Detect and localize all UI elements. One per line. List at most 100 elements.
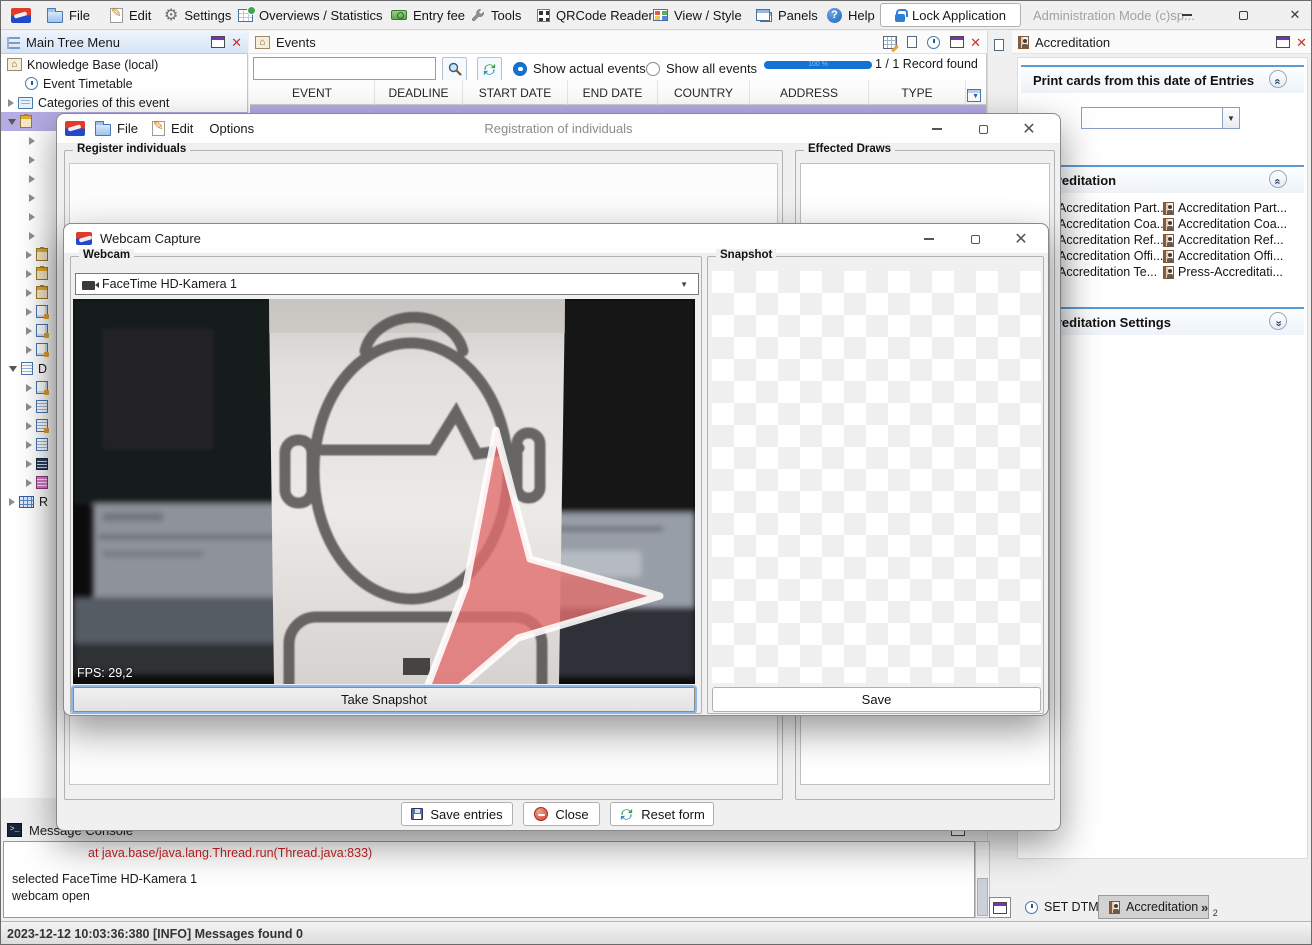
accreditation-panel-header[interactable]: Accreditation ✕ [1012, 31, 1312, 54]
more-tabs-button[interactable]: » 2 [1201, 899, 1218, 917]
column-header[interactable]: EVENT [250, 80, 375, 105]
save-snapshot-button[interactable]: Save [712, 687, 1041, 712]
expand-arrow-icon[interactable] [29, 194, 35, 202]
camera-select[interactable]: FaceTime HD-Kamera 1 ▼ [75, 273, 699, 295]
menu-panels[interactable]: Panels [752, 1, 822, 29]
menu-help[interactable]: ?Help [823, 1, 879, 29]
radio-show-all-events[interactable]: Show all events [646, 61, 757, 76]
expand-arrow-icon[interactable] [26, 346, 32, 354]
dialog-menu-edit[interactable]: ✎Edit [148, 114, 197, 144]
expand-arrow-icon[interactable] [9, 498, 15, 506]
dialog-close-button[interactable]: ✕ [1006, 229, 1036, 249]
accreditation-item[interactable]: Accreditation Coa... [1163, 217, 1306, 231]
close-icon[interactable]: ✕ [970, 36, 981, 49]
collapse-section-button[interactable]: » [1269, 70, 1287, 88]
column-header[interactable]: START DATE [463, 80, 568, 105]
search-button[interactable] [442, 57, 467, 81]
clock-icon[interactable] [927, 36, 940, 49]
expand-arrow-icon[interactable] [26, 270, 32, 278]
window-minimize-button[interactable] [1173, 5, 1201, 25]
dialog-menu-file[interactable]: File [91, 114, 142, 144]
collapse-arrow-icon[interactable] [8, 119, 16, 125]
collapse-section-button[interactable]: » [1269, 170, 1287, 188]
expand-arrow-icon[interactable] [29, 156, 35, 164]
expand-section-button[interactable]: » [1269, 312, 1287, 330]
tab-accreditation[interactable]: Accreditation [1098, 895, 1209, 919]
registration-dialog-titlebar[interactable]: File ✎Edit Options Registration of indiv… [57, 114, 1060, 144]
restore-window-icon[interactable] [211, 36, 225, 48]
console-scrollbar[interactable] [975, 841, 990, 918]
accreditation-item[interactable]: Press-Accreditati... [1163, 265, 1306, 279]
combobox-dropdown-button[interactable]: ▼ [1222, 107, 1240, 129]
expand-arrow-icon[interactable] [26, 460, 32, 468]
menu-settings[interactable]: ⚙Settings [160, 1, 235, 29]
expand-arrow-icon[interactable] [26, 251, 32, 259]
expand-arrow-icon[interactable] [26, 384, 32, 392]
close-icon[interactable]: ✕ [231, 36, 242, 49]
restore-window-icon[interactable] [1276, 36, 1290, 48]
pages-icon[interactable] [994, 39, 1004, 51]
close-button[interactable]: Close [523, 802, 600, 826]
table-settings-icon[interactable]: ▼ [967, 89, 981, 102]
dialog-minimize-button[interactable] [914, 229, 944, 249]
accreditation-item[interactable]: Accreditation Part... [1163, 201, 1306, 215]
expand-arrow-icon[interactable] [26, 289, 32, 297]
events-panel-header[interactable]: ⌂ Events ✕ [249, 31, 987, 54]
expand-arrow-icon[interactable] [26, 479, 32, 487]
column-header[interactable]: DEADLINE [375, 80, 463, 105]
scrollbar-thumb[interactable] [977, 878, 988, 916]
dialog-minimize-button[interactable] [922, 119, 952, 139]
dialog-close-button[interactable]: ✕ [1014, 119, 1044, 139]
close-icon[interactable]: ✕ [1296, 36, 1307, 49]
lock-application-button[interactable]: Lock Application [880, 3, 1021, 27]
expand-arrow-icon[interactable] [26, 422, 32, 430]
webcam-dialog-titlebar[interactable]: Webcam Capture ✕ [64, 224, 1048, 254]
expand-arrow-icon[interactable] [26, 308, 32, 316]
radio-show-actual-events[interactable]: Show actual events [513, 61, 646, 76]
tree-item-categories[interactable]: Categories of this event [1, 93, 248, 112]
menu-tools[interactable]: Tools [466, 1, 525, 29]
expand-arrow-icon[interactable] [29, 175, 35, 183]
expand-arrow-icon[interactable] [29, 137, 35, 145]
restore-window-icon[interactable] [950, 36, 964, 48]
message-console-body[interactable]: at java.base/java.lang.Thread.run(Thread… [3, 841, 975, 918]
menu-file[interactable]: File [43, 1, 94, 29]
collapse-arrow-icon[interactable] [9, 366, 17, 372]
expand-arrow-icon[interactable] [29, 213, 35, 221]
accreditation-item[interactable]: Accreditation Ref... [1163, 233, 1306, 247]
expand-arrow-icon[interactable] [8, 99, 14, 107]
tab-set-dtm[interactable]: SET DTM [1015, 895, 1109, 919]
dialog-menu-options[interactable]: Options [203, 114, 260, 144]
dialog-maximize-button[interactable] [960, 229, 990, 249]
column-header[interactable]: TYPE [869, 80, 966, 105]
refresh-events-button[interactable] [477, 57, 502, 81]
expand-arrow-icon[interactable] [26, 441, 32, 449]
events-search-input[interactable] [253, 57, 436, 80]
take-snapshot-button[interactable]: Take Snapshot [73, 687, 695, 712]
save-entries-button[interactable]: Save entries [401, 802, 513, 826]
accreditation-item[interactable]: Accreditation Offi... [1163, 249, 1306, 263]
menu-qrcode-reader[interactable]: QRCode Reader [533, 1, 657, 29]
tree-item-knowledge-base[interactable]: ⌂ Knowledge Base (local) [1, 55, 248, 74]
radio-selected-icon[interactable] [513, 62, 527, 76]
restore-panel-button[interactable] [989, 897, 1011, 918]
column-header[interactable]: ADDRESS [750, 80, 869, 105]
window-maximize-button[interactable] [1229, 5, 1257, 25]
radio-unselected-icon[interactable] [646, 62, 660, 76]
main-tree-menu-header[interactable]: Main Tree Menu ✕ [1, 31, 248, 54]
copy-icon[interactable] [907, 36, 917, 48]
menu-overviews-statistics[interactable]: Overviews / Statistics [234, 1, 387, 29]
expand-arrow-icon[interactable] [26, 403, 32, 411]
menu-edit[interactable]: ✎Edit [106, 1, 155, 29]
expand-arrow-icon[interactable] [26, 327, 32, 335]
edit-table-icon[interactable] [883, 36, 897, 49]
reset-form-button[interactable]: Reset form [610, 802, 714, 826]
menu-entry-fee[interactable]: Entry fee [387, 1, 469, 29]
column-header[interactable]: COUNTRY [658, 80, 750, 105]
expand-arrow-icon[interactable] [29, 232, 35, 240]
tree-item-event-timetable[interactable]: Event Timetable [1, 74, 248, 93]
column-header[interactable]: END DATE [568, 80, 658, 105]
window-close-button[interactable]: ✕ [1281, 5, 1309, 25]
menu-view-style[interactable]: View / Style [649, 1, 746, 29]
dialog-maximize-button[interactable] [968, 119, 998, 139]
